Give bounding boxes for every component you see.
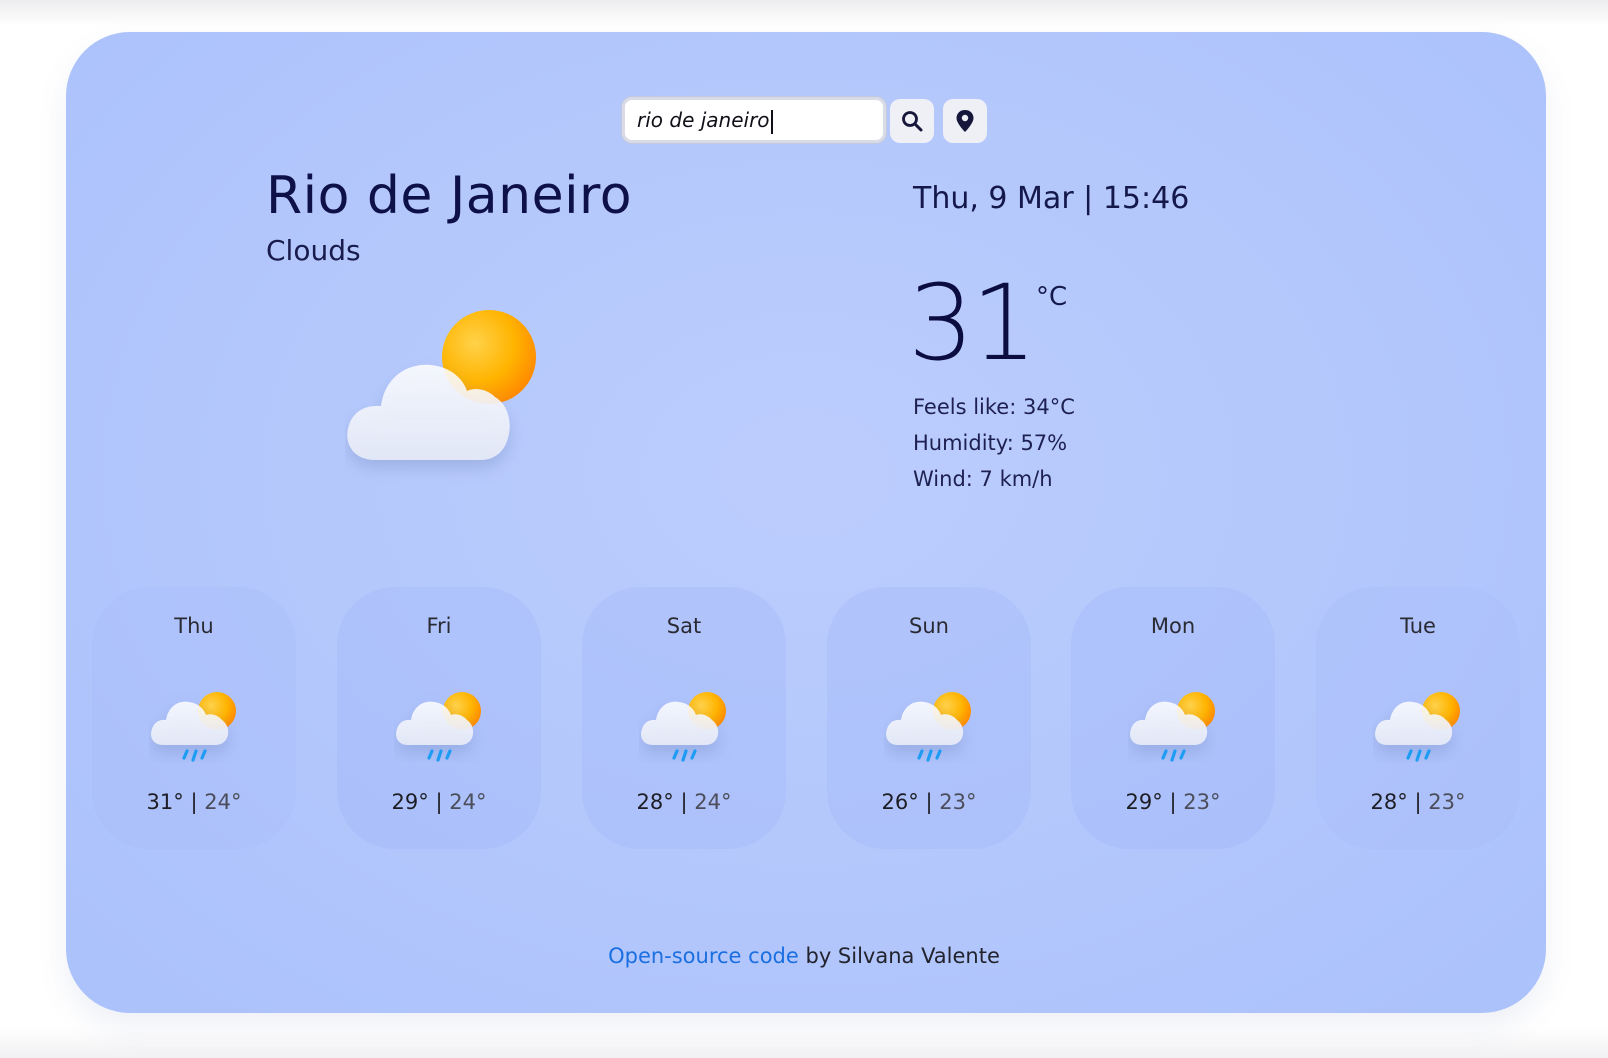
forecast-high: 29° [1125,790,1163,814]
forecast-low: 23° [1183,790,1221,814]
rain-cloud-sun-icon [886,692,971,762]
feels-like: Feels like: 34°C [913,395,1075,419]
map-pin-icon [956,110,974,132]
text-caret [770,109,773,134]
rain-cloud-sun-icon [396,692,481,762]
forecast-temps: 28° | 23° [1370,790,1466,814]
forecast-temps: 26° | 23° [881,790,977,814]
search-icon [902,111,923,132]
forecast-day: Sat [666,614,702,638]
forecast-low: 24° [204,790,242,814]
forecast-low: 24° [449,790,487,814]
forecast-day: Mon [1150,614,1196,638]
city-search-input[interactable]: rio de janeiro [622,97,886,143]
forecast-low: 24° [694,790,732,814]
city-name: Rio de Janeiro [266,166,633,226]
forecast-temps: 28° | 24° [636,790,732,814]
forecast-low: 23° [1428,790,1466,814]
rain-cloud-sun-icon [1375,692,1460,762]
forecast-temps: 29° | 23° [1125,790,1221,814]
forecast-card: Sat 28° | 24° [582,587,786,849]
forecast-low: 23° [939,790,977,814]
forecast-card: Tue 28° | 23° [1316,587,1520,849]
forecast-high: 28° [1370,790,1408,814]
current-location-button[interactable] [943,99,987,143]
forecast-card: Fri 29° | 24° [337,587,541,849]
forecast-high: 29° [391,790,429,814]
wind: Wind: 7 km/h [913,467,1053,491]
open-source-link[interactable]: Open-source code [608,944,799,968]
bottom-edge [0,1028,1608,1058]
forecast-day: Thu [174,614,214,638]
current-temperature: 31 [908,262,1037,384]
forecast-day: Tue [1400,614,1436,638]
forecast-day: Fri [426,614,452,638]
temperature-unit: °C [1036,282,1068,312]
forecast-day: Sun [909,614,949,638]
forecast-card: Mon 29° | 23° [1071,587,1275,849]
forecast-card: Sun 26° | 23° [827,587,1031,849]
forecast-high: 26° [881,790,919,814]
forecast-card: Thu 31° | 24° [92,587,296,849]
footer: Open-source code by Silvana Valente [0,944,1608,968]
search-input-value: rio de janeiro [637,108,770,132]
footer-credit: by Silvana Valente [798,944,1000,968]
date-time: Thu, 9 Mar | 15:46 [913,181,1190,216]
partly-cloudy-icon [347,310,536,460]
forecast-temps: 29° | 24° [391,790,487,814]
forecast-high: 31° [146,790,184,814]
forecast-temps: 31° | 24° [146,790,242,814]
rain-cloud-sun-icon [641,692,726,762]
weather-condition: Clouds [266,234,361,267]
rain-cloud-sun-icon [151,692,236,762]
search-button[interactable] [890,99,934,143]
humidity: Humidity: 57% [913,431,1068,455]
top-edge [0,0,1608,26]
forecast-high: 28° [636,790,674,814]
rain-cloud-sun-icon [1130,692,1215,762]
